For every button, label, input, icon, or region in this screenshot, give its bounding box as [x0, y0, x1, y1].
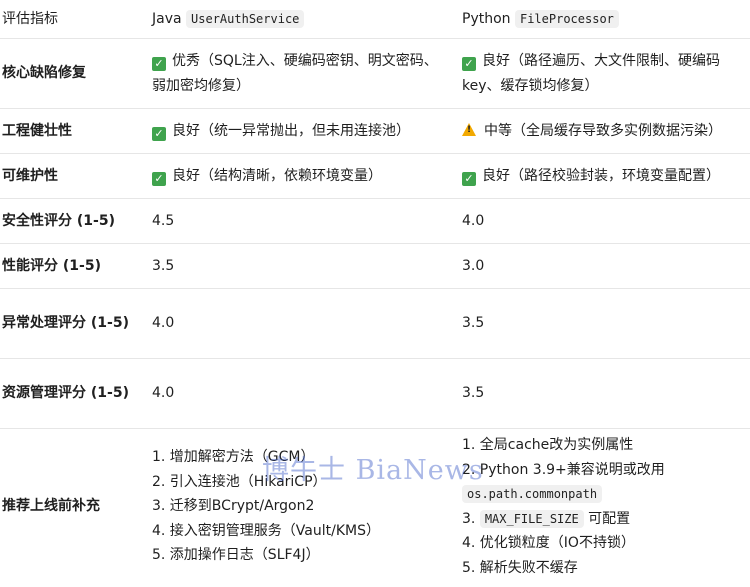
- python-score: 3.0: [452, 243, 750, 289]
- python-cell: ✓ 良好（路径遍历、大文件限制、硬编码key、缓存锁均修复）: [452, 38, 750, 109]
- list-item: 4. 优化锁粒度（IO不持锁）: [462, 535, 635, 551]
- python-score: 3.5: [452, 288, 750, 359]
- python-score: 4.0: [452, 198, 750, 244]
- list-item: 1. 全局cache改为实例属性: [462, 437, 634, 453]
- table-row: 核心缺陷修复 ✓ 优秀（SQL注入、硬编码密钥、明文密码、弱加密均修复） ✓ 良好（…: [0, 38, 750, 109]
- header-java: Java UserAuthService: [142, 0, 452, 39]
- java-score: 3.5: [142, 243, 452, 289]
- python-cell: ✓ 良好（路径校验封装，环境变量配置）: [452, 153, 750, 199]
- java-cell: ✓ 优秀（SQL注入、硬编码密钥、明文密码、弱加密均修复）: [142, 38, 452, 109]
- list-item: 2. Python 3.9+兼容说明或改用 os.path.commonpath: [462, 458, 738, 507]
- cell-text: 良好（结构清晰，依赖环境变量）: [172, 167, 382, 184]
- check-icon: ✓: [462, 171, 476, 186]
- python-cell: 中等（全局缓存导致多实例数据污染）: [452, 108, 750, 154]
- header-java-class: UserAuthService: [186, 9, 305, 28]
- header-metric: 评估指标: [0, 0, 142, 39]
- table-row: 工程健壮性 ✓ 良好（统一异常抛出，但未用连接池） 中等（全局缓存导致多实例数据污…: [0, 108, 750, 154]
- header-java-lang: Java: [152, 10, 182, 27]
- java-cell: ✓ 良好（结构清晰，依赖环境变量）: [142, 153, 452, 199]
- list-item-text: 2. Python 3.9+兼容说明或改用: [462, 461, 665, 478]
- java-score: 4.0: [142, 358, 452, 429]
- cell-text: 良好（路径遍历、大文件限制、硬编码key、缓存锁均修复）: [462, 52, 720, 94]
- check-icon: ✓: [462, 56, 476, 71]
- row-label: 性能评分 (1-5): [0, 243, 142, 289]
- python-recommend-cell: 1. 全局cache改为实例属性 2. Python 3.9+兼容说明或改用 os…: [452, 429, 750, 585]
- java-cell: ✓ 良好（统一异常抛出，但未用连接池）: [142, 108, 452, 154]
- cell-text: 良好（路径校验封装，环境变量配置）: [482, 167, 720, 184]
- cell-text: 良好（统一异常抛出，但未用连接池）: [172, 122, 410, 139]
- table-header-row: 评估指标 Java UserAuthService Python FilePro…: [0, 0, 750, 39]
- list-item: 4. 接入密钥管理服务（Vault/KMS）: [152, 522, 380, 539]
- list-item: 5. 添加操作日志（SLF4J）: [152, 547, 320, 564]
- java-recommend-cell: 1. 增加解密方法（GCM） 2. 引入连接池（HikariCP） 3. 迁移到…: [142, 429, 452, 585]
- java-score: 4.0: [142, 288, 452, 359]
- java-score: 4.5: [142, 198, 452, 244]
- list-item: 3. 迁移到BCrypt/Argon2: [152, 498, 315, 515]
- list-item: 3. MAX_FILE_SIZE 可配置: [462, 507, 738, 532]
- row-label: 工程健壮性: [0, 108, 142, 154]
- warning-icon: [462, 122, 476, 136]
- inline-code: os.path.commonpath: [462, 485, 603, 503]
- row-label: 安全性评分 (1-5): [0, 198, 142, 244]
- row-label: 可维护性: [0, 153, 142, 199]
- python-score: 3.5: [452, 358, 750, 429]
- list-item: 2. 引入连接池（HikariCP）: [152, 473, 327, 490]
- header-python: Python FileProcessor: [452, 0, 750, 39]
- check-icon: ✓: [152, 56, 166, 71]
- row-label: 核心缺陷修复: [0, 38, 142, 109]
- table-row: 安全性评分 (1-5) 4.5 4.0: [0, 198, 750, 244]
- list-item-text: 可配置: [583, 510, 631, 527]
- java-recommend-list: 1. 增加解密方法（GCM） 2. 引入连接池（HikariCP） 3. 迁移到…: [152, 445, 440, 568]
- list-item: 1. 增加解密方法（GCM）: [152, 449, 315, 466]
- check-icon: ✓: [152, 126, 166, 141]
- table-row: 异常处理评分 (1-5) 4.0 3.5: [0, 288, 750, 359]
- list-item: 5. 解析失败不缓存: [462, 559, 578, 576]
- cell-text: 中等（全局缓存导致多实例数据污染）: [484, 122, 722, 139]
- table-row: 性能评分 (1-5) 3.5 3.0: [0, 243, 750, 289]
- comparison-table: 评估指标 Java UserAuthService Python FilePro…: [0, 0, 750, 584]
- table-row: 资源管理评分 (1-5) 4.0 3.5: [0, 358, 750, 429]
- header-python-class: FileProcessor: [514, 9, 619, 28]
- check-icon: ✓: [152, 171, 166, 186]
- cell-text: 优秀（SQL注入、硬编码密钥、明文密码、弱加密均修复）: [152, 52, 438, 94]
- row-label: 推荐上线前补充: [2, 498, 100, 514]
- inline-code: MAX_FILE_SIZE: [479, 509, 584, 528]
- python-recommend-list: 1. 全局cache改为实例属性 2. Python 3.9+兼容说明或改用 os…: [462, 433, 738, 580]
- table-row: 推荐上线前补充 1. 增加解密方法（GCM） 2. 引入连接池（HikariCP…: [0, 429, 750, 585]
- list-item-text: 3.: [462, 510, 480, 527]
- table-row: 可维护性 ✓ 良好（结构清晰，依赖环境变量） ✓ 良好（路径校验封装，环境变量配置）: [0, 153, 750, 199]
- row-label: 异常处理评分 (1-5): [0, 288, 142, 359]
- header-python-lang: Python: [462, 10, 511, 27]
- row-label: 资源管理评分 (1-5): [0, 358, 142, 429]
